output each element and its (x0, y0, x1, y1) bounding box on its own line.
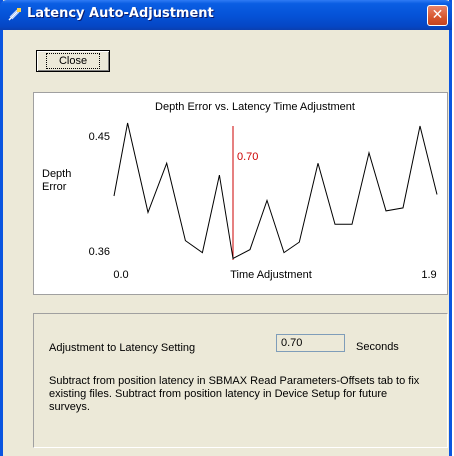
x-tick-min: 0.0 (113, 269, 128, 281)
y-tick-min: 0.36 (89, 246, 110, 258)
adjustment-note: Subtract from position latency in SBMAX … (49, 375, 420, 413)
x-tick-max: 1.9 (421, 269, 436, 281)
chart-title: Depth Error vs. Latency Time Adjustment (155, 101, 355, 113)
app-icon (8, 8, 21, 21)
depth-error-series (113, 122, 438, 260)
latency-marker-label: 0.70 (237, 151, 258, 163)
x-axis-label: Time Adjustment (230, 269, 312, 281)
close-button-label: Close (45, 53, 101, 69)
settings-panel: Adjustment to Latency Setting 0.70 Secon… (33, 313, 448, 448)
close-icon: ✕ (431, 7, 444, 23)
chart-panel: Depth Error vs. Latency Time Adjustment … (33, 92, 448, 295)
title-bar[interactable]: Latency Auto-Adjustment ✕ (0, 0, 452, 30)
y-axis-label-line1: Depth (42, 168, 71, 180)
close-button[interactable]: Close (36, 50, 110, 72)
adjustment-label: Adjustment to Latency Setting (49, 342, 196, 354)
y-tick-max: 0.45 (89, 131, 110, 143)
y-axis-label-line2: Error (42, 181, 67, 193)
window-title: Latency Auto-Adjustment (27, 6, 214, 21)
adjustment-value-field[interactable]: 0.70 (276, 334, 345, 352)
depth-error-chart: Depth Error vs. Latency Time Adjustment … (42, 101, 438, 281)
latency-dialog: Latency Auto-Adjustment ✕ Close Depth Er… (0, 0, 452, 456)
adjustment-unit: Seconds (356, 341, 399, 353)
window-close-button[interactable]: ✕ (427, 5, 448, 26)
